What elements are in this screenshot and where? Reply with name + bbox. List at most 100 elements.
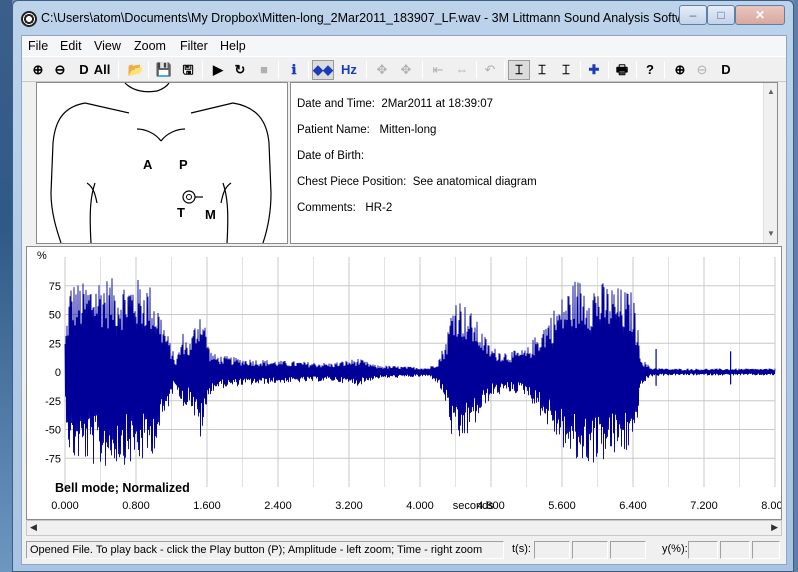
toolbar-separator: [504, 61, 505, 79]
recording-info-pane[interactable]: Date and Time: 2Mar2011 at 18:39:07 Pati…: [290, 82, 778, 244]
info-scrollbar[interactable]: ▲ ▼: [763, 83, 777, 243]
time-scrollbar[interactable]: ◀ ▶: [26, 520, 782, 536]
maximize-button[interactable]: □: [707, 5, 735, 25]
date-time-label: Date and Time:: [297, 98, 375, 110]
print-icon[interactable]: 🖶: [612, 60, 632, 80]
bell-mode-icon[interactable]: ⌶: [508, 60, 530, 80]
window-title: C:\Users\atom\Documents\My Dropbox\Mitte…: [41, 11, 703, 25]
dob-label: Date of Birth:: [297, 150, 365, 162]
default-view-button[interactable]: D: [716, 60, 736, 80]
date-time-row: Date and Time: 2Mar2011 at 18:39:07: [297, 98, 493, 110]
filter-icon[interactable]: ✚: [584, 60, 604, 80]
menu-help[interactable]: Help: [220, 39, 246, 53]
replay-icon[interactable]: ↻: [230, 60, 250, 80]
y-tick-label: 25: [49, 338, 61, 350]
time-readout-label: t(s):: [512, 543, 531, 555]
menu-zoom[interactable]: Zoom: [134, 39, 166, 53]
comments-value: HR-2: [365, 202, 393, 214]
default-view-button[interactable]: D: [74, 60, 94, 80]
menu-filter[interactable]: Filter: [180, 39, 208, 53]
toolbar-separator: [118, 61, 119, 79]
y-tick-label: 50: [49, 310, 61, 322]
scroll-right-icon[interactable]: ▶: [771, 522, 778, 533]
comments-label: Comments:: [297, 202, 356, 214]
zoom-in-icon[interactable]: ⊕: [670, 60, 690, 80]
x-tick-label: 0.800: [122, 500, 150, 512]
zoom-out-icon[interactable]: ⊖: [692, 60, 712, 80]
move-icon[interactable]: ✥: [396, 60, 416, 80]
extended-mode-icon[interactable]: ⌶: [556, 60, 576, 80]
desktop-edge-right: [794, 0, 798, 572]
toolbar-separator: [278, 61, 279, 79]
x-tick-label: 5.600: [548, 500, 576, 512]
play-icon[interactable]: ▶: [208, 60, 228, 80]
y-tick-label: -75: [45, 453, 61, 465]
chest-piece-label: Chest Piece Position:: [297, 176, 407, 188]
info-icon[interactable]: ℹ: [284, 60, 304, 80]
position-label-m: M: [205, 207, 216, 222]
zoom-out-icon[interactable]: ⊖: [50, 60, 70, 80]
marker-icon[interactable]: ◆◆: [312, 60, 334, 80]
toolbar-separator: [366, 61, 367, 79]
menu-view[interactable]: View: [94, 39, 121, 53]
menu-edit[interactable]: Edit: [60, 39, 82, 53]
client-area: File Edit View Zoom Filter Help ⊕ ⊖ D Al…: [21, 35, 787, 565]
y-unit-label: %: [37, 250, 47, 262]
x-tick-label: 1.600: [193, 500, 221, 512]
zoom-all-button[interactable]: All: [92, 60, 112, 80]
chest-piece-row: Chest Piece Position: See anatomical dia…: [297, 176, 537, 188]
x-tick-label: 7.200: [690, 500, 718, 512]
save-as-icon[interactable]: 🖫: [178, 60, 198, 80]
x-tick-label: 3.200: [335, 500, 363, 512]
torso-outline-drawing: [50, 82, 272, 244]
littmann-app-icon[interactable]: [21, 11, 37, 27]
toolbar-separator: [308, 61, 309, 79]
undo-icon[interactable]: ↶: [480, 60, 500, 80]
stop-icon[interactable]: ■: [254, 60, 274, 80]
title-bar[interactable]: C:\Users\atom\Documents\My Dropbox\Mitte…: [13, 1, 793, 35]
time-readout-box: [610, 541, 646, 559]
desktop-edge-left: [0, 0, 12, 572]
amplitude-readout-box: [720, 541, 750, 559]
patient-name-value: Mitten-long: [379, 124, 437, 136]
amplitude-readout-label: y(%):: [662, 543, 688, 555]
zoom-in-icon[interactable]: ⊕: [28, 60, 48, 80]
amplitude-readout-box: [688, 541, 718, 559]
hz-button[interactable]: Hz: [336, 60, 362, 80]
toolbar-separator: [664, 61, 665, 79]
toolbar-separator: [636, 61, 637, 79]
scroll-left-icon[interactable]: ◀: [30, 522, 37, 533]
diaphragm-mode-icon[interactable]: ⌶: [532, 60, 552, 80]
x-tick-label: 0.000: [51, 500, 79, 512]
app-window: C:\Users\atom\Documents\My Dropbox\Mitte…: [12, 0, 794, 572]
x-tick-label: 6.400: [619, 500, 647, 512]
y-tick-label: 75: [49, 281, 61, 293]
move-icon[interactable]: ✥: [372, 60, 392, 80]
amplitude-readout-box: [752, 541, 780, 559]
position-label-p: P: [179, 157, 188, 172]
shrink-arrows-icon[interactable]: ⇤: [428, 60, 448, 80]
expand-arrows-icon[interactable]: ⇔: [452, 60, 472, 80]
toolbar-separator: [580, 61, 581, 79]
anatomical-diagram[interactable]: A P T M: [36, 82, 288, 244]
y-tick-label: -50: [45, 425, 61, 437]
close-button[interactable]: ✕: [735, 5, 785, 25]
toolbar-separator: [202, 61, 203, 79]
toolbar-separator: [476, 61, 477, 79]
open-folder-icon[interactable]: 📂: [126, 60, 146, 80]
toolbar-separator: [148, 61, 149, 79]
menu-bar: File Edit View Zoom Filter Help: [22, 36, 786, 56]
patient-name-row: Patient Name: Mitten-long: [297, 124, 436, 136]
mode-label: Bell mode; Normalized: [55, 481, 190, 495]
dob-row: Date of Birth:: [297, 150, 364, 162]
scroll-up-icon[interactable]: ▲: [767, 87, 775, 96]
scroll-down-icon[interactable]: ▼: [767, 229, 775, 238]
waveform-plot[interactable]: 0.000 0.800 1.600 2.400 3.200 4.000 4.800 5.600…: [26, 246, 782, 520]
minimize-button[interactable]: –: [679, 5, 707, 25]
position-label-t: T: [177, 205, 185, 220]
save-icon[interactable]: 💾: [154, 60, 174, 80]
menu-file[interactable]: File: [28, 39, 48, 53]
time-readout-box: [534, 541, 570, 559]
status-bar: Opened File. To play back - click the Pl…: [22, 539, 786, 561]
help-icon[interactable]: ?: [640, 60, 660, 80]
